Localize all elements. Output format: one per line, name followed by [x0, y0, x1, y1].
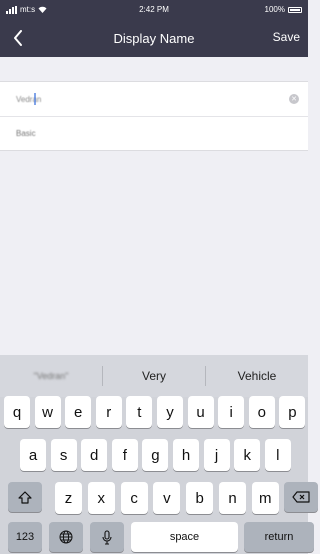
- battery-percent: 100%: [264, 5, 285, 14]
- battery-icon: [288, 6, 302, 13]
- key-u[interactable]: u: [187, 396, 214, 428]
- return-key[interactable]: return: [244, 522, 314, 552]
- key-v[interactable]: v: [153, 482, 181, 514]
- keyboard: "Vedran" Very Vehicle 123 space return q…: [0, 355, 318, 554]
- text-cursor: [34, 93, 36, 105]
- second-name-row: [0, 116, 308, 150]
- name-field-group: ✕: [0, 81, 308, 151]
- battery-status: 100%: [265, 5, 302, 14]
- key-w[interactable]: w: [34, 396, 61, 428]
- page-title: Display Name: [113, 31, 195, 46]
- key-p[interactable]: p: [279, 396, 306, 428]
- backspace-icon: [292, 491, 310, 503]
- key-a[interactable]: a: [20, 439, 46, 471]
- form-area: ✕: [0, 57, 308, 355]
- clear-icon[interactable]: ✕: [289, 94, 299, 104]
- key-h[interactable]: h: [173, 439, 199, 471]
- backspace-key[interactable]: [284, 482, 318, 512]
- prediction-3[interactable]: Vehicle: [206, 369, 308, 383]
- key-c[interactable]: c: [120, 482, 148, 514]
- key-t[interactable]: t: [126, 396, 153, 428]
- first-name-row: ✕: [0, 82, 308, 116]
- key-f[interactable]: f: [111, 439, 138, 471]
- key-r[interactable]: r: [95, 396, 122, 428]
- key-o[interactable]: o: [248, 396, 275, 428]
- mic-key[interactable]: [90, 522, 124, 552]
- key-b[interactable]: b: [186, 482, 214, 514]
- key-k[interactable]: k: [234, 439, 261, 471]
- prediction-2[interactable]: Very: [103, 369, 205, 383]
- first-name-input[interactable]: [16, 94, 256, 104]
- key-q[interactable]: q: [4, 396, 30, 428]
- key-x[interactable]: x: [87, 482, 115, 514]
- status-bar: mt:s 2:42 PM 100%: [0, 0, 308, 20]
- key-s[interactable]: s: [50, 439, 77, 471]
- key-d[interactable]: d: [81, 439, 108, 471]
- microphone-icon: [102, 529, 112, 545]
- numbers-key[interactable]: 123: [8, 522, 42, 552]
- save-button[interactable]: Save: [273, 30, 300, 44]
- prediction-1[interactable]: "Vedran": [0, 371, 102, 381]
- shift-key[interactable]: [8, 482, 42, 512]
- shift-icon: [18, 490, 32, 504]
- space-key[interactable]: space: [131, 522, 238, 552]
- second-name-input[interactable]: [16, 129, 256, 138]
- key-g[interactable]: g: [142, 439, 169, 471]
- key-l[interactable]: l: [264, 439, 291, 471]
- key-y[interactable]: y: [157, 396, 183, 428]
- nav-bar: Display Name Save: [0, 20, 308, 57]
- key-j[interactable]: j: [203, 439, 230, 471]
- key-e[interactable]: e: [65, 396, 92, 428]
- key-i[interactable]: i: [218, 396, 245, 428]
- key-m[interactable]: m: [251, 482, 279, 514]
- key-n[interactable]: n: [219, 482, 246, 514]
- globe-icon: [59, 530, 73, 544]
- predictive-bar: "Vedran" Very Vehicle: [0, 355, 308, 397]
- status-time: 2:42 PM: [139, 5, 169, 14]
- globe-key[interactable]: [49, 522, 83, 552]
- key-z[interactable]: z: [55, 482, 82, 514]
